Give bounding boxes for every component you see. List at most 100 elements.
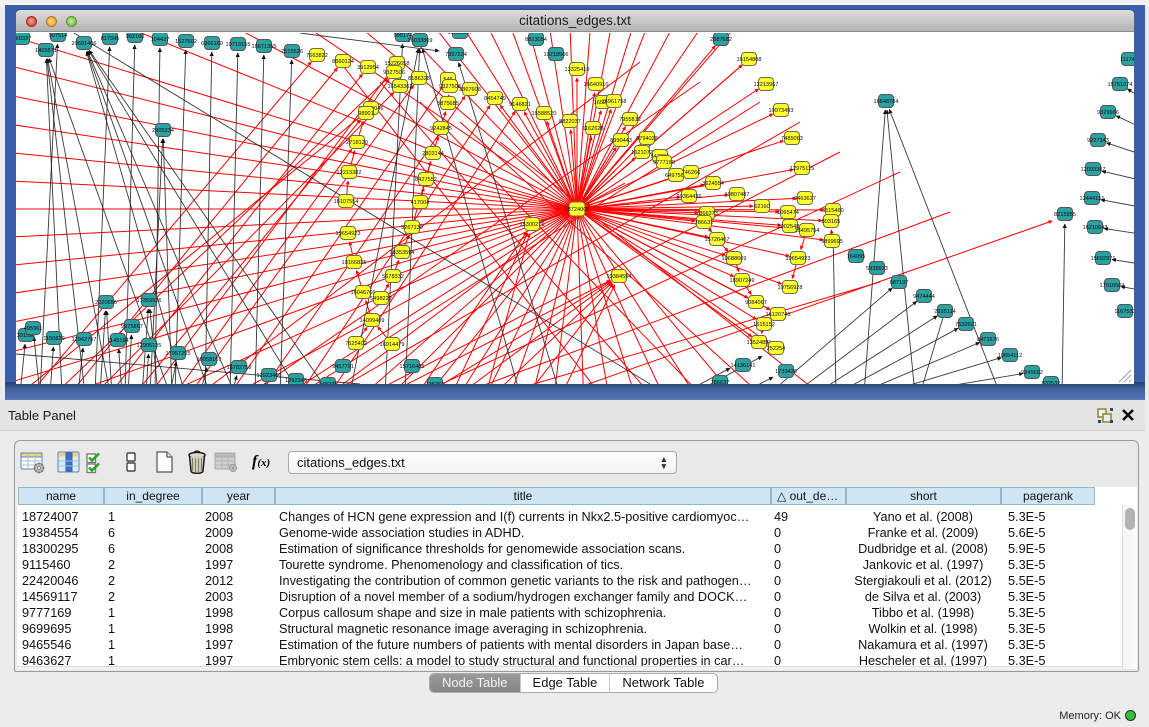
svg-text:18724007: 18724007 bbox=[565, 207, 590, 213]
svg-text:5938923: 5938923 bbox=[866, 266, 888, 272]
svg-text:9227343: 9227343 bbox=[1087, 138, 1109, 144]
svg-text:16648784: 16648784 bbox=[874, 99, 899, 105]
svg-text:62160: 62160 bbox=[754, 204, 770, 210]
svg-text:164095: 164095 bbox=[847, 254, 866, 260]
svg-text:2935114: 2935114 bbox=[934, 309, 955, 315]
svg-text:10688609: 10688609 bbox=[722, 256, 747, 262]
svg-text:16671355: 16671355 bbox=[252, 44, 277, 50]
svg-text:7625402: 7625402 bbox=[345, 341, 367, 347]
svg-text:9474444: 9474444 bbox=[913, 294, 935, 300]
svg-text:6794028: 6794028 bbox=[636, 136, 658, 142]
svg-text:1615152: 1615152 bbox=[753, 322, 775, 328]
svg-text:1292346: 1292346 bbox=[285, 378, 307, 384]
svg-text:9457791: 9457791 bbox=[332, 364, 354, 370]
svg-text:16543362: 16543362 bbox=[388, 84, 413, 90]
svg-text:16961758: 16961758 bbox=[602, 99, 627, 105]
svg-text:19384554: 19384554 bbox=[607, 274, 632, 280]
svg-text:1162625: 1162625 bbox=[582, 126, 603, 132]
svg-text:10756928: 10756928 bbox=[778, 285, 803, 291]
svg-text:12975115: 12975115 bbox=[790, 166, 814, 172]
svg-text:1621072: 1621072 bbox=[631, 150, 653, 156]
svg-text:15692971: 15692971 bbox=[1091, 256, 1116, 262]
svg-text:817345: 817345 bbox=[101, 36, 120, 42]
svg-text:19218506: 19218506 bbox=[544, 52, 569, 58]
svg-text:9242845: 9242845 bbox=[430, 126, 452, 132]
svg-text:111741: 111741 bbox=[1120, 57, 1134, 63]
svg-text:2803144: 2803144 bbox=[422, 151, 444, 157]
svg-text:20364436: 20364436 bbox=[677, 194, 702, 200]
svg-text:907514: 907514 bbox=[49, 33, 68, 39]
svg-text:5678332: 5678332 bbox=[382, 274, 404, 280]
svg-text:9327508: 9327508 bbox=[439, 84, 461, 90]
svg-text:15588520: 15588520 bbox=[532, 111, 557, 117]
svg-text:12942757: 12942757 bbox=[72, 337, 97, 343]
svg-text:1145194: 1145194 bbox=[107, 338, 128, 344]
svg-text:9115460: 9115460 bbox=[822, 208, 843, 214]
svg-text:12444151: 12444151 bbox=[1080, 196, 1105, 202]
svg-text:12905135: 12905135 bbox=[137, 343, 162, 349]
svg-text:13353594: 13353594 bbox=[390, 250, 415, 256]
svg-text:746266: 746266 bbox=[682, 170, 701, 176]
svg-text:687197: 687197 bbox=[890, 280, 909, 286]
svg-text:832532: 832532 bbox=[1042, 381, 1061, 384]
svg-text:15300275: 15300275 bbox=[520, 222, 545, 228]
svg-text:8427552: 8427552 bbox=[415, 177, 437, 183]
svg-text:8454749: 8454749 bbox=[484, 96, 506, 102]
svg-text:786637: 786637 bbox=[711, 380, 730, 384]
svg-text:8215955: 8215955 bbox=[1054, 212, 1076, 218]
svg-text:10973493: 10973493 bbox=[769, 108, 794, 114]
svg-text:16210643: 16210643 bbox=[1083, 225, 1108, 231]
svg-text:7663822: 7663822 bbox=[306, 53, 328, 59]
svg-text:20691406: 20691406 bbox=[72, 41, 97, 47]
svg-text:9463627: 9463627 bbox=[794, 196, 816, 202]
svg-text:9777169: 9777169 bbox=[653, 160, 675, 166]
svg-text:18107554: 18107554 bbox=[334, 199, 359, 205]
svg-text:2687682: 2687682 bbox=[710, 37, 732, 43]
svg-text:10654112: 10654112 bbox=[998, 353, 1022, 359]
svg-text:8822037: 8822037 bbox=[559, 119, 581, 125]
svg-text:9245652: 9245652 bbox=[1021, 370, 1043, 376]
svg-text:252254: 252254 bbox=[767, 346, 786, 352]
svg-text:5498222: 5498222 bbox=[370, 296, 392, 302]
svg-text:1065474: 1065474 bbox=[777, 210, 799, 216]
svg-text:7632621: 7632621 bbox=[955, 322, 977, 328]
svg-text:7357224: 7357224 bbox=[445, 52, 467, 58]
svg-text:16914479: 16914479 bbox=[380, 342, 405, 348]
svg-text:10719155: 10719155 bbox=[226, 42, 251, 48]
svg-text:104437: 104437 bbox=[151, 37, 170, 43]
svg-text:15720407: 15720407 bbox=[705, 237, 730, 243]
svg-text:495961: 495961 bbox=[24, 326, 43, 332]
svg-text:16640910: 16640910 bbox=[584, 82, 609, 88]
svg-text:1150829: 1150829 bbox=[43, 336, 64, 342]
svg-text:160337: 160337 bbox=[16, 36, 31, 42]
svg-text:992160: 992160 bbox=[126, 34, 145, 40]
svg-text:3624554: 3624554 bbox=[702, 181, 724, 187]
svg-text:1527602: 1527602 bbox=[175, 39, 197, 45]
svg-text:19654923: 19654923 bbox=[336, 231, 361, 237]
svg-text:417004: 417004 bbox=[411, 200, 430, 206]
svg-text:1405571: 1405571 bbox=[35, 48, 57, 54]
svg-text:948275: 948275 bbox=[319, 382, 338, 384]
svg-text:15716485: 15716485 bbox=[400, 364, 425, 370]
svg-text:1733426: 1733426 bbox=[775, 369, 797, 375]
svg-text:8186328: 8186328 bbox=[408, 76, 430, 82]
svg-text:13325419: 13325419 bbox=[565, 67, 590, 73]
svg-text:3267130: 3267130 bbox=[401, 225, 423, 231]
svg-text:15751074: 15751074 bbox=[1108, 82, 1133, 88]
svg-text:9084067: 9084067 bbox=[745, 300, 767, 306]
svg-text:3875685: 3875685 bbox=[437, 101, 459, 107]
svg-text:10958107: 10958107 bbox=[197, 357, 222, 363]
svg-text:19654923: 19654923 bbox=[786, 256, 811, 262]
svg-text:17359926: 17359926 bbox=[137, 298, 162, 304]
svg-text:786631: 786631 bbox=[695, 220, 714, 226]
svg-text:7955812: 7955812 bbox=[619, 117, 641, 123]
svg-text:14136141: 14136141 bbox=[731, 363, 756, 369]
svg-text:2367608: 2367608 bbox=[459, 87, 481, 93]
svg-text:19166825: 19166825 bbox=[342, 260, 367, 266]
svg-text:10807487: 10807487 bbox=[725, 192, 750, 198]
svg-text:9899695: 9899695 bbox=[821, 239, 843, 245]
svg-text:17957255: 17957255 bbox=[166, 351, 191, 357]
svg-text:2718120: 2718120 bbox=[346, 140, 368, 146]
svg-text:9327506: 9327506 bbox=[383, 70, 405, 76]
svg-text:9975867: 9975867 bbox=[121, 324, 143, 330]
